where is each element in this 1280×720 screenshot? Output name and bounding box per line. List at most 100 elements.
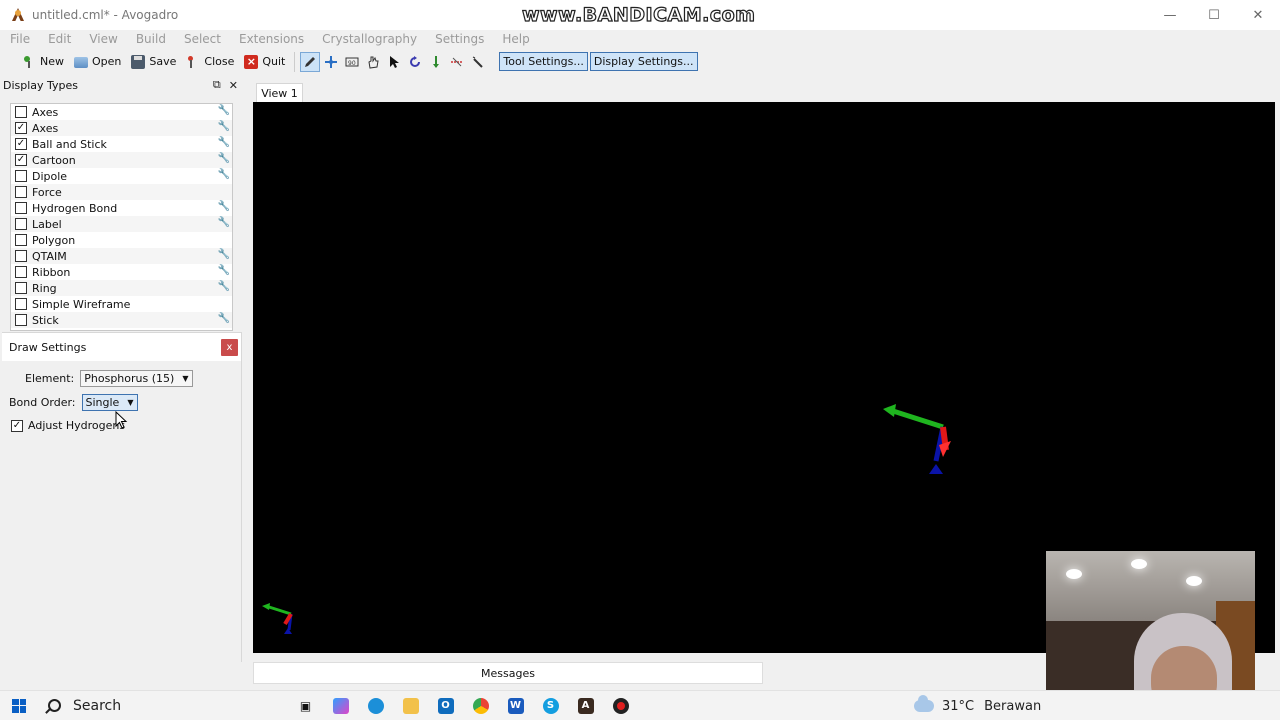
wrench-settings-icon[interactable]: 🔧 [218,281,230,292]
display-type-label: Dipole [32,169,68,183]
new-button[interactable]: New [18,51,68,73]
menu-select[interactable]: Select [174,32,229,46]
display-type-checkbox[interactable] [15,234,27,246]
wrench-settings-icon[interactable]: 🔧 [218,217,230,228]
file-explorer-button[interactable] [393,691,428,720]
menu-crystallography[interactable]: Crystallography [312,32,425,46]
display-type-row[interactable]: Simple Wireframe [11,296,232,312]
display-type-row[interactable]: ✓ Cartoon 🔧 [11,152,232,168]
weather-widget[interactable]: 31°C Berawan [914,691,1041,720]
navigate-tool-button[interactable] [321,52,341,72]
edge-button[interactable] [358,691,393,720]
display-type-checkbox[interactable]: ✓ [15,138,27,150]
display-type-checkbox[interactable] [15,298,27,310]
folder-icon [402,697,419,714]
floppy-save-icon [131,54,146,69]
start-button[interactable] [0,691,38,720]
display-type-checkbox[interactable] [15,314,27,326]
display-type-row[interactable]: Axes 🔧 [11,104,232,120]
rotate-tool-button[interactable] [405,52,425,72]
element-select[interactable]: Phosphorus (15) ▼ [80,370,194,387]
skype-button[interactable]: S [533,691,568,720]
menu-settings[interactable]: Settings [425,32,492,46]
menu-view[interactable]: View [79,32,125,46]
display-type-label: Polygon [32,233,76,247]
display-settings-button[interactable]: Display Settings... [589,52,698,71]
draw-tool-button[interactable] [300,51,321,72]
chrome-button[interactable] [463,691,498,720]
display-type-checkbox[interactable]: ✓ [15,154,27,166]
display-type-row[interactable]: Ribbon 🔧 [11,264,232,280]
wrench-settings-icon[interactable]: 🔧 [218,249,230,260]
bond-order-select[interactable]: Single ▼ [81,394,139,411]
close-window-button[interactable]: ✕ [1236,0,1280,30]
messages-tab[interactable]: Messages [253,662,763,684]
display-type-checkbox[interactable] [15,186,27,198]
task-view-button[interactable]: ▣ [288,691,323,720]
wrench-settings-icon[interactable]: 🔧 [218,105,230,116]
display-type-checkbox[interactable] [15,202,27,214]
display-type-checkbox[interactable] [15,266,27,278]
float-dock-icon[interactable]: ⧉ [213,78,221,92]
word-button[interactable]: W [498,691,533,720]
wrench-settings-icon[interactable]: 🔧 [218,201,230,212]
minimize-button[interactable]: — [1148,0,1192,30]
menu-extensions[interactable]: Extensions [229,32,312,46]
copilot-button[interactable] [323,691,358,720]
wrench-settings-icon[interactable]: 🔧 [218,313,230,324]
display-type-row[interactable]: Force [11,184,232,200]
outlook-button[interactable]: O [428,691,463,720]
wrench-settings-icon[interactable]: 🔧 [218,265,230,276]
taskbar-search[interactable]: Search [38,691,288,720]
wrench-settings-icon[interactable]: 🔧 [218,121,230,132]
close-button[interactable]: Close [182,51,238,73]
close-dock-icon[interactable]: ✕ [229,79,238,92]
tab-view-1[interactable]: View 1 [256,83,303,103]
open-button[interactable]: Open [70,51,125,73]
manipulate-tool-button[interactable] [363,52,383,72]
display-type-row[interactable]: Hydrogen Bond 🔧 [11,200,232,216]
display-type-checkbox[interactable] [15,250,27,262]
measure-tool-button[interactable]: 90 [342,52,362,72]
wrench-settings-icon[interactable]: 🔧 [218,137,230,148]
wrench-settings-icon[interactable]: 🔧 [218,153,230,164]
display-type-row[interactable]: Label 🔧 [11,216,232,232]
tool-settings-button[interactable]: Tool Settings... [499,52,588,71]
display-type-checkbox[interactable] [15,106,27,118]
bond-centric-tool-button[interactable] [447,52,467,72]
select-tool-button[interactable] [384,52,404,72]
display-type-row[interactable]: Ring 🔧 [11,280,232,296]
display-type-label: Cartoon [32,153,76,167]
display-type-row[interactable]: QTAIM 🔧 [11,248,232,264]
weather-condition: Berawan [984,698,1042,714]
menu-edit[interactable]: Edit [38,32,79,46]
display-type-row[interactable]: Stick 🔧 [11,312,232,328]
webcam-overlay [1046,551,1255,710]
display-type-checkbox[interactable] [15,170,27,182]
display-type-row[interactable]: Dipole 🔧 [11,168,232,184]
display-type-checkbox[interactable]: ✓ [15,122,27,134]
element-value: Phosphorus (15) [84,372,175,385]
draw-settings-close-button[interactable]: x [221,339,238,356]
display-type-row[interactable]: ✓ Ball and Stick 🔧 [11,136,232,152]
menu-file[interactable]: File [0,32,38,46]
quit-icon: × [244,54,259,69]
align-tool-button[interactable] [426,52,446,72]
display-type-row[interactable]: ✓ Axes 🔧 [11,120,232,136]
adjust-hydrogens-checkbox[interactable]: ✓ [11,419,23,432]
save-button[interactable]: Save [127,51,180,73]
menu-build[interactable]: Build [126,32,174,46]
auto-optimize-tool-button[interactable] [468,52,488,72]
maximize-button[interactable]: ☐ [1192,0,1236,30]
display-type-label: Stick [32,313,59,327]
display-type-row[interactable]: Polygon [11,232,232,248]
wrench-settings-icon[interactable]: 🔧 [218,169,230,180]
avogadro-taskbar-button[interactable]: A [568,691,603,720]
display-type-checkbox[interactable] [15,218,27,230]
quit-button[interactable]: × Quit [240,51,289,73]
windows-taskbar: Search ▣ O W S A 31°C Berawan [0,690,1280,720]
menu-help[interactable]: Help [492,32,537,46]
adjust-hydrogens-row[interactable]: ✓ Adjust Hydrogens [11,419,125,432]
display-type-checkbox[interactable] [15,282,27,294]
bandicam-taskbar-button[interactable] [603,691,638,720]
